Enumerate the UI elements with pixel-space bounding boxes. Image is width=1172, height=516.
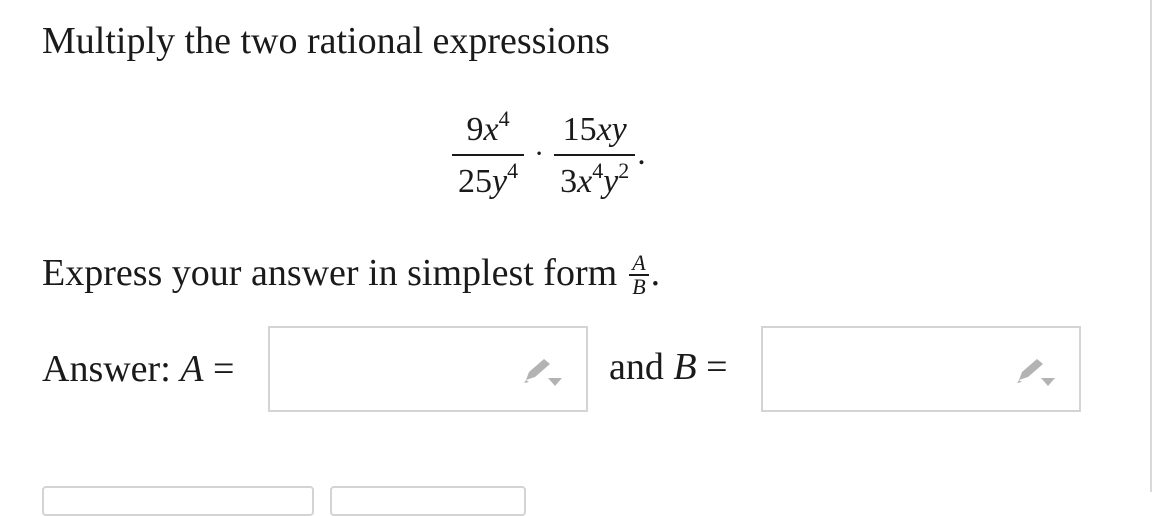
- fraction-2-denominator: 3x4y2: [554, 160, 635, 202]
- variable: x: [577, 163, 593, 200]
- answer-b-field[interactable]: [761, 326, 1081, 412]
- fraction-1: 9x4 25y4: [452, 108, 525, 202]
- pencil-icon[interactable]: [1013, 356, 1057, 390]
- answer-a-input[interactable]: [280, 338, 520, 400]
- answer-form-fraction: A B: [629, 250, 649, 299]
- instruction-text: Express your answer in simplest form: [42, 252, 618, 294]
- answer-b-label: and B =: [609, 344, 728, 390]
- pencil-icon[interactable]: [520, 356, 564, 390]
- variable: y: [603, 163, 619, 200]
- variable-a: A: [180, 348, 204, 390]
- answer-a-field[interactable]: [268, 326, 588, 412]
- exponent: 4: [507, 158, 519, 183]
- fraction-2: 15xy 3x4y2: [554, 110, 636, 202]
- answer-prefix: Answer:: [42, 348, 171, 390]
- fraction-bar: [554, 154, 636, 156]
- equals-sign: =: [212, 348, 235, 390]
- fraction-1-numerator: 9x4: [461, 108, 516, 150]
- answer-b-input[interactable]: [773, 338, 1013, 400]
- variable: xy: [596, 111, 627, 148]
- variable: x: [483, 111, 499, 148]
- variable: y: [492, 163, 508, 200]
- instruction-line: Express your answer in simplest form A B…: [42, 250, 661, 299]
- fraction-2-numerator: 15xy: [557, 110, 633, 150]
- multiply-operator: ·: [534, 137, 545, 170]
- coef: 9: [466, 111, 484, 148]
- fraction-numerator: A: [632, 250, 646, 276]
- fraction-1-denominator: 25y4: [452, 160, 524, 202]
- exponent: 2: [618, 158, 630, 183]
- conjunction: and: [609, 346, 664, 388]
- instruction-period: .: [650, 252, 661, 294]
- exponent: 4: [592, 158, 604, 183]
- coef: 3: [560, 163, 578, 200]
- bottom-action-button-1[interactable]: [42, 486, 314, 516]
- equals-sign: =: [706, 346, 728, 388]
- exponent: 4: [498, 106, 510, 131]
- fraction-denominator: B: [632, 273, 646, 299]
- bottom-action-button-2[interactable]: [330, 486, 526, 516]
- fraction-bar: [452, 154, 525, 156]
- answer-a-label: Answer: A =: [42, 346, 234, 392]
- expression-period: .: [637, 135, 646, 172]
- panel-right-border: [1150, 0, 1152, 492]
- question-prompt: Multiply the two rational expressions: [42, 20, 610, 62]
- variable-b: B: [673, 346, 697, 388]
- coef: 25: [458, 163, 492, 200]
- math-expression: 9x4 25y4 · 15xy 3x4y2 .: [452, 108, 646, 202]
- coef: 15: [562, 111, 597, 148]
